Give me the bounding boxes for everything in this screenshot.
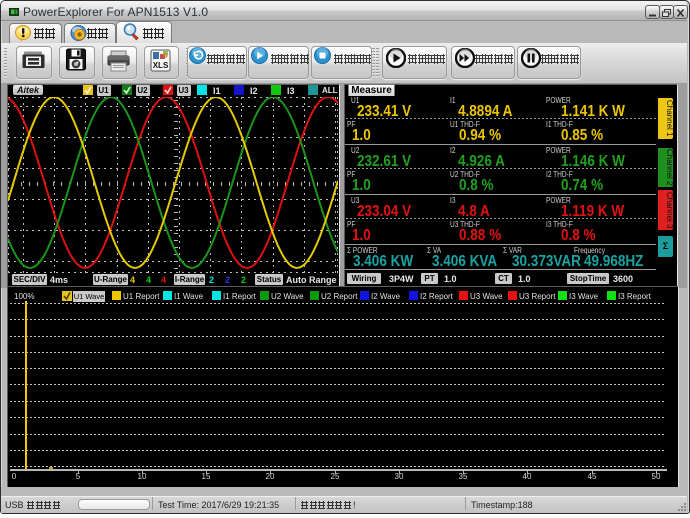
svg-text:XLS: XLS — [153, 61, 169, 70]
